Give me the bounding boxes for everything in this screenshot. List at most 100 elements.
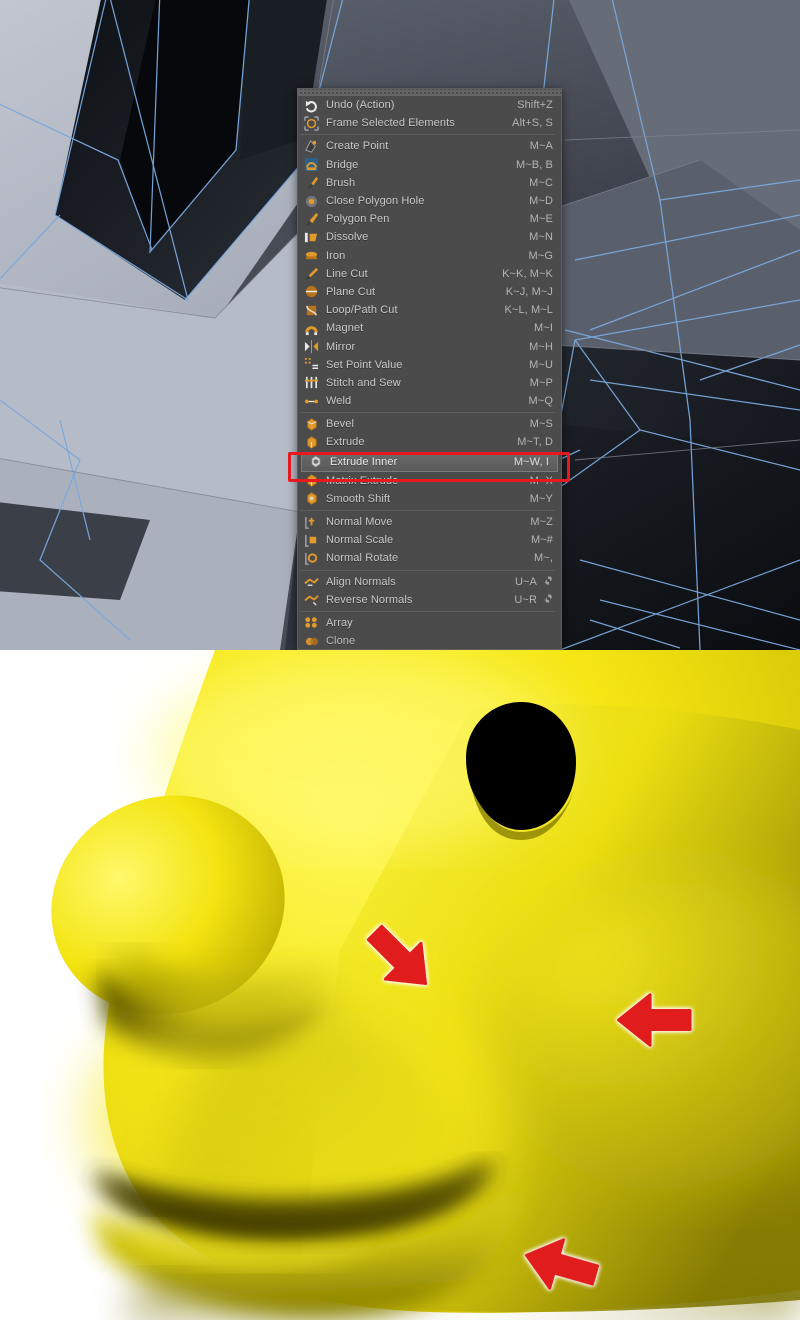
menu-item-label: Clone bbox=[326, 635, 356, 648]
menu-item-brush[interactable]: Brush M~C bbox=[298, 174, 561, 192]
extrude-icon bbox=[300, 434, 322, 450]
menu-item-label: Magnet bbox=[326, 322, 364, 335]
menu-item-polygon-pen[interactable]: Polygon Pen M~E bbox=[298, 210, 561, 228]
menu-item-set-point-value[interactable]: Set Point Value M~U bbox=[298, 356, 561, 374]
menu-item-mirror[interactable]: Mirror M~H bbox=[298, 337, 561, 355]
reverse-normals-icon bbox=[300, 592, 322, 608]
menu-item-plane-cut[interactable]: Plane Cut K~J, M~J bbox=[298, 283, 561, 301]
normal-rotate-icon bbox=[300, 550, 322, 566]
matrix-extrude-icon bbox=[300, 473, 322, 489]
menu-item-label: Set Point Value bbox=[326, 358, 403, 371]
menu-item-label: Array bbox=[326, 616, 353, 629]
menu-item-close-polygon-hole[interactable]: Close Polygon Hole M~D bbox=[298, 192, 561, 210]
menu-item-shortcut: K~L, M~L bbox=[504, 304, 553, 317]
menu-item-normal-scale[interactable]: Normal Scale M~# bbox=[298, 531, 561, 549]
menu-item-shortcut: M~U bbox=[529, 358, 553, 371]
menu-item-create-point[interactable]: Create Point M~A bbox=[298, 137, 561, 155]
menu-item-label: Normal Move bbox=[326, 516, 393, 529]
menu-item-bevel[interactable]: Bevel M~S bbox=[298, 415, 561, 433]
menu-item-shortcut: U~A bbox=[514, 575, 537, 588]
menu-item-shortcut: Alt+S, S bbox=[512, 117, 553, 130]
menu-item-shortcut: K~K, M~K bbox=[502, 267, 553, 280]
menu-item-label: Stitch and Sew bbox=[326, 376, 401, 389]
menu-item-label: Dissolve bbox=[326, 231, 369, 244]
menu-item-label: Reverse Normals bbox=[326, 593, 413, 606]
menu-item-shortcut: M~H bbox=[529, 340, 553, 353]
menu-item-shortcut: M~E bbox=[529, 213, 553, 226]
menu-item-clone[interactable]: Clone bbox=[298, 632, 561, 649]
mirror-icon bbox=[300, 339, 322, 355]
normal-move-icon bbox=[300, 514, 322, 530]
menu-item-shortcut: K~J, M~J bbox=[505, 285, 553, 298]
palette-items: Undo (Action) Shift+Z Frame Selected Elem… bbox=[298, 96, 561, 649]
stitch-and-sew-icon bbox=[300, 375, 322, 391]
menu-item-shortcut: M~A bbox=[529, 140, 553, 153]
clone-icon bbox=[300, 633, 322, 649]
menu-item-reverse-normals[interactable]: Reverse Normals U~R bbox=[298, 591, 561, 609]
menu-item-shortcut: M~W, I bbox=[513, 455, 549, 468]
menu-item-label: Undo (Action) bbox=[326, 99, 395, 112]
plane-cut-icon bbox=[300, 284, 322, 300]
menu-item-line-cut[interactable]: Line Cut K~K, M~K bbox=[298, 265, 561, 283]
menu-separator bbox=[300, 569, 555, 571]
menu-item-extrude-inner[interactable]: Extrude Inner M~W, I bbox=[301, 451, 558, 472]
create-point-icon bbox=[300, 138, 322, 154]
menu-item-undo-action[interactable]: Undo (Action) Shift+Z bbox=[298, 96, 561, 114]
menu-item-bridge[interactable]: Bridge M~B, B bbox=[298, 156, 561, 174]
menu-item-label: Loop/Path Cut bbox=[326, 304, 398, 317]
normal-scale-icon bbox=[300, 532, 322, 548]
menu-item-iron[interactable]: Iron M~G bbox=[298, 247, 561, 265]
smooth-shift-icon bbox=[300, 491, 322, 507]
menu-item-smooth-shift[interactable]: Smooth Shift M~Y bbox=[298, 490, 561, 508]
menu-item-label: Bevel bbox=[326, 418, 355, 431]
menu-item-shortcut: M~Z bbox=[530, 516, 553, 529]
menu-item-shortcut: U~R bbox=[514, 593, 537, 606]
weld-icon bbox=[300, 393, 322, 409]
menu-item-shortcut: M~G bbox=[528, 249, 553, 262]
menu-item-magnet[interactable]: Magnet M~I bbox=[298, 319, 561, 337]
gear-icon[interactable] bbox=[543, 591, 555, 609]
menu-item-shortcut: M~B, B bbox=[516, 158, 553, 171]
menu-item-normal-move[interactable]: Normal Move M~Z bbox=[298, 513, 561, 531]
menu-item-label: Smooth Shift bbox=[326, 492, 391, 505]
menu-item-label: Mirror bbox=[326, 340, 356, 353]
menu-item-normal-rotate[interactable]: Normal Rotate M~, bbox=[298, 549, 561, 567]
menu-item-weld[interactable]: Weld M~Q bbox=[298, 392, 561, 410]
menu-item-label: Iron bbox=[326, 249, 346, 262]
bridge-icon bbox=[300, 157, 322, 173]
extrude-inner-icon bbox=[304, 454, 326, 470]
character-render bbox=[0, 650, 800, 1320]
magnet-icon bbox=[300, 320, 322, 336]
menu-item-shortcut: M~S bbox=[529, 418, 553, 431]
gear-icon[interactable] bbox=[543, 573, 555, 591]
menu-item-label: Normal Rotate bbox=[326, 552, 399, 565]
menu-item-label: Extrude bbox=[326, 436, 365, 449]
menu-item-shortcut: M~X bbox=[529, 474, 553, 487]
palette-drag-handle[interactable] bbox=[298, 89, 561, 96]
menu-item-frame-selected-elements[interactable]: Frame Selected Elements Alt+S, S bbox=[298, 114, 561, 132]
bevel-icon bbox=[300, 416, 322, 432]
undo-icon bbox=[300, 97, 322, 113]
menu-item-label: Extrude Inner bbox=[330, 455, 398, 468]
mesh-commands-palette[interactable]: Undo (Action) Shift+Z Frame Selected Elem… bbox=[297, 88, 562, 650]
menu-item-shortcut: Shift+Z bbox=[517, 99, 553, 112]
menu-item-loop-path-cut[interactable]: Loop/Path Cut K~L, M~L bbox=[298, 301, 561, 319]
menu-item-align-normals[interactable]: Align Normals U~A bbox=[298, 573, 561, 591]
iron-icon bbox=[300, 248, 322, 264]
viewport-3d[interactable]: Undo (Action) Shift+Z Frame Selected Elem… bbox=[0, 0, 800, 650]
menu-item-shortcut: M~Q bbox=[528, 395, 553, 408]
close-polygon-hole-icon bbox=[300, 193, 322, 209]
menu-item-array[interactable]: Array bbox=[298, 614, 561, 632]
menu-item-matrix-extrude[interactable]: Matrix Extrude M~X bbox=[298, 472, 561, 490]
menu-item-label: Plane Cut bbox=[326, 285, 376, 298]
brush-icon bbox=[300, 175, 322, 191]
frame-selected-icon bbox=[300, 115, 322, 131]
dissolve-icon bbox=[300, 229, 322, 245]
menu-item-shortcut: M~D bbox=[529, 195, 553, 208]
menu-item-extrude[interactable]: Extrude M~T, D bbox=[298, 433, 561, 451]
menu-item-stitch-and-sew[interactable]: Stitch and Sew M~P bbox=[298, 374, 561, 392]
menu-item-label: Weld bbox=[326, 395, 352, 408]
menu-item-label: Brush bbox=[326, 176, 356, 189]
menu-item-label: Frame Selected Elements bbox=[326, 117, 455, 130]
menu-item-dissolve[interactable]: Dissolve M~N bbox=[298, 228, 561, 246]
